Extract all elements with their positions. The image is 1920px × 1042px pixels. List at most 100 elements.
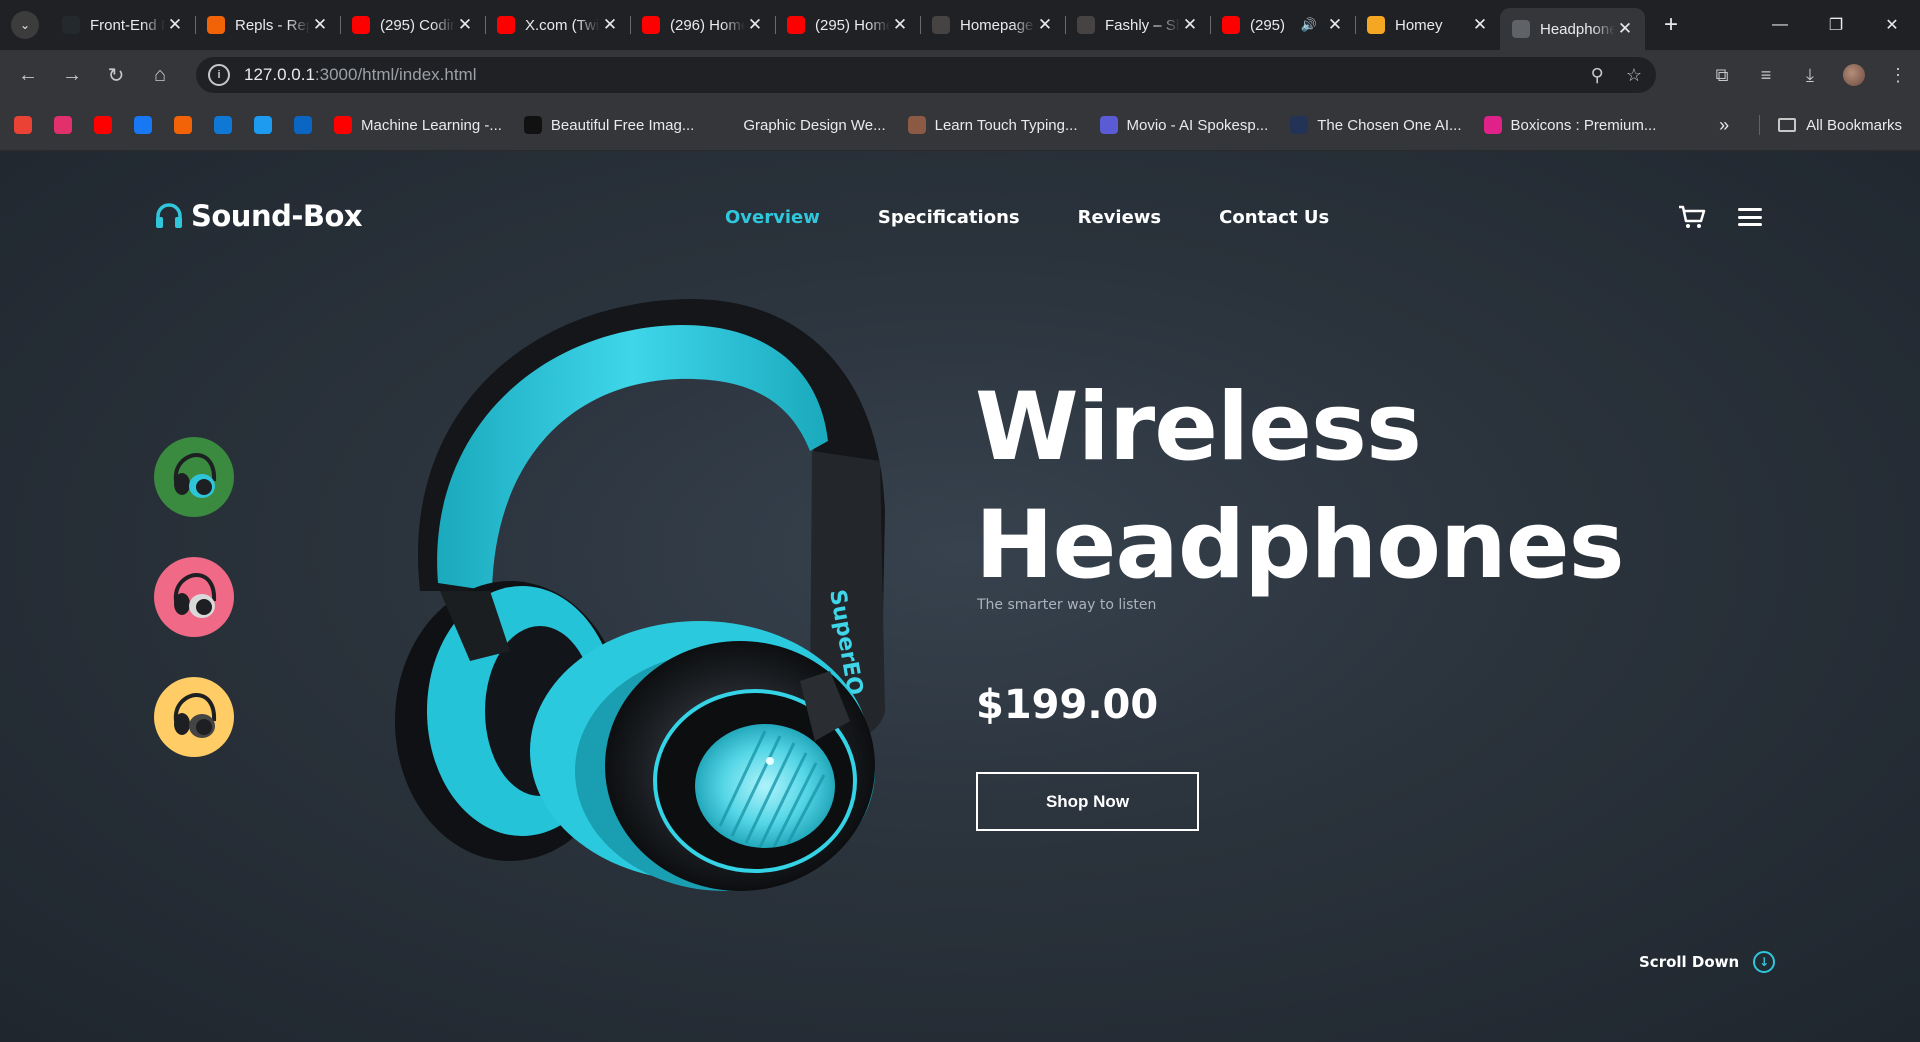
- youtube-icon[interactable]: [94, 116, 112, 134]
- bookmark-item[interactable]: Graphic Design We...: [716, 116, 885, 134]
- browser-tab[interactable]: Homepage ✕: [920, 5, 1065, 45]
- more-bookmarks-icon[interactable]: »: [1719, 115, 1729, 136]
- bookmark-item[interactable]: Beautiful Free Imag...: [523, 116, 695, 134]
- facebook-icon[interactable]: [134, 116, 152, 134]
- tab-title: Homepage: [960, 16, 1034, 34]
- bird-icon[interactable]: [254, 116, 272, 134]
- reload-icon[interactable]: ↻: [100, 59, 132, 91]
- headphones-image: SuperEQ: [395, 299, 885, 891]
- close-tab-icon[interactable]: ✕: [1325, 15, 1345, 35]
- nav-link-reviews[interactable]: Reviews: [1078, 207, 1162, 228]
- nav-link-specifications[interactable]: Specifications: [878, 207, 1020, 228]
- hero-title-line2: Headphones: [975, 491, 1625, 600]
- tab-title: Repls - Replit: [235, 16, 310, 34]
- shop-now-button[interactable]: Shop Now: [976, 772, 1199, 831]
- new-tab-button[interactable]: +: [1653, 7, 1689, 43]
- thumbnail-yellow[interactable]: [154, 677, 234, 757]
- close-tab-icon[interactable]: ✕: [890, 15, 910, 35]
- tab-title: (295): [1250, 16, 1286, 34]
- close-tab-icon[interactable]: ✕: [1470, 15, 1490, 35]
- youtube-icon: [787, 16, 805, 34]
- browser-tab[interactable]: Homey ✕: [1355, 5, 1500, 45]
- address-bar[interactable]: i 127.0.0.1:3000/html/index.html ⚲ ☆: [196, 57, 1656, 93]
- linkedin-icon[interactable]: [294, 116, 312, 134]
- browser-tab[interactable]: Front-End Projects✕: [50, 5, 195, 45]
- youtube-icon: [352, 16, 370, 34]
- scroll-down-link[interactable]: Scroll Down ↓: [1639, 951, 1776, 973]
- bookmark-label: Boxicons : Premium...: [1510, 116, 1657, 134]
- url-path: :3000/html/index.html: [314, 65, 477, 84]
- nav-link-overview[interactable]: Overview: [725, 207, 820, 228]
- close-tab-icon[interactable]: ✕: [745, 15, 765, 35]
- cart-icon[interactable]: [1678, 204, 1706, 230]
- nav-link-contact-us[interactable]: Contact Us: [1219, 207, 1329, 228]
- movio-icon: [1099, 116, 1118, 134]
- replit-icon: [207, 16, 225, 34]
- blank-icon: [716, 116, 734, 134]
- chosen-icon: [1290, 116, 1309, 134]
- profile-avatar[interactable]: [1832, 50, 1876, 100]
- close-tab-icon[interactable]: ✕: [1180, 15, 1200, 35]
- browser-tab[interactable]: (295) Home ✕: [775, 5, 920, 45]
- close-tab-icon[interactable]: ✕: [165, 15, 185, 35]
- site-logo[interactable]: Sound-Box: [155, 199, 363, 233]
- bookmark-label: Movio - AI Spokesp...: [1126, 116, 1269, 134]
- bookmark-item[interactable]: Machine Learning -...: [334, 116, 502, 134]
- downloads-icon[interactable]: ⤓: [1788, 50, 1832, 100]
- tab-strip: ⌄ Front-End Projects✕Repls - Replit✕(295…: [0, 0, 1920, 50]
- scroll-down-label: Scroll Down: [1639, 953, 1740, 971]
- bookmark-star-icon[interactable]: ☆: [1626, 65, 1642, 86]
- gmail-icon[interactable]: [14, 116, 32, 134]
- back-icon[interactable]: ←: [12, 59, 44, 91]
- all-bookmarks-link[interactable]: All Bookmarks: [1806, 117, 1902, 134]
- browser-tab[interactable]: (295) Coding✕: [340, 5, 485, 45]
- bookmark-item[interactable]: Learn Touch Typing...: [907, 116, 1078, 134]
- close-tab-icon[interactable]: ✕: [1035, 15, 1055, 35]
- browser-tab[interactable]: X.com (Twitter)✕: [485, 5, 630, 45]
- onedrive-icon[interactable]: [214, 116, 232, 134]
- site-info-icon[interactable]: i: [208, 64, 230, 86]
- thumbnail-green[interactable]: [154, 437, 234, 517]
- bookmark-list: Machine Learning -... Beautiful Free Imag…: [14, 116, 1678, 134]
- url-text[interactable]: 127.0.0.1:3000/html/index.html: [244, 65, 477, 85]
- browser-tab[interactable]: Fashly – Shop✕: [1065, 5, 1210, 45]
- bookmark-item[interactable]: Boxicons : Premium...: [1483, 116, 1657, 134]
- thumbnail-pink[interactable]: [154, 557, 234, 637]
- bookmark-item[interactable]: Movio - AI Spokesp...: [1099, 116, 1269, 134]
- media-controls-icon[interactable]: ≡: [1744, 50, 1788, 100]
- menu-icon[interactable]: [1738, 208, 1762, 226]
- minimize-icon[interactable]: —: [1752, 0, 1808, 50]
- forward-icon[interactable]: →: [56, 59, 88, 91]
- browser-tab[interactable]: (295) 🔊 ✕: [1210, 5, 1355, 45]
- bookmark-item[interactable]: The Chosen One AI...: [1290, 116, 1462, 134]
- bookmark-label: Beautiful Free Imag...: [550, 116, 695, 134]
- close-tab-icon[interactable]: ✕: [1615, 19, 1635, 39]
- logo-text: Sound-Box: [191, 199, 363, 233]
- browser-tab[interactable]: Headphones✕: [1500, 8, 1645, 50]
- headphones-thumbnail-icon: [173, 692, 217, 738]
- tab-search-button[interactable]: ⌄: [11, 11, 39, 39]
- browser-tab[interactable]: (296) Home ✕: [630, 5, 775, 45]
- instagram-icon[interactable]: [54, 116, 72, 134]
- close-tab-icon[interactable]: ✕: [455, 15, 475, 35]
- close-window-icon[interactable]: ✕: [1864, 0, 1920, 50]
- close-tab-icon[interactable]: ✕: [600, 15, 620, 35]
- extensions-icon[interactable]: ⧉: [1700, 50, 1744, 100]
- tab-title: (296) Home: [670, 16, 745, 34]
- bookmark-label: Graphic Design We...: [743, 116, 886, 134]
- tab-title: Headphones: [1540, 20, 1615, 38]
- zoom-icon[interactable]: ⚲: [1591, 65, 1604, 86]
- wordpress-icon: [932, 16, 950, 34]
- restore-icon[interactable]: ❐: [1808, 0, 1864, 50]
- hero-title: Wireless Headphones: [975, 369, 1625, 605]
- home-icon[interactable]: ⌂: [144, 59, 176, 91]
- speaker-icon[interactable]: 🔊: [1301, 17, 1317, 33]
- replit-icon[interactable]: [174, 116, 192, 134]
- youtube-icon: [1222, 16, 1240, 34]
- menu-kebab-icon[interactable]: ⋮: [1876, 50, 1920, 100]
- tab-title: Front-End Projects: [90, 16, 165, 34]
- close-tab-icon[interactable]: ✕: [310, 15, 330, 35]
- youtube-icon: [497, 16, 515, 34]
- browser-tab[interactable]: Repls - Replit✕: [195, 5, 340, 45]
- github-icon: [62, 16, 80, 34]
